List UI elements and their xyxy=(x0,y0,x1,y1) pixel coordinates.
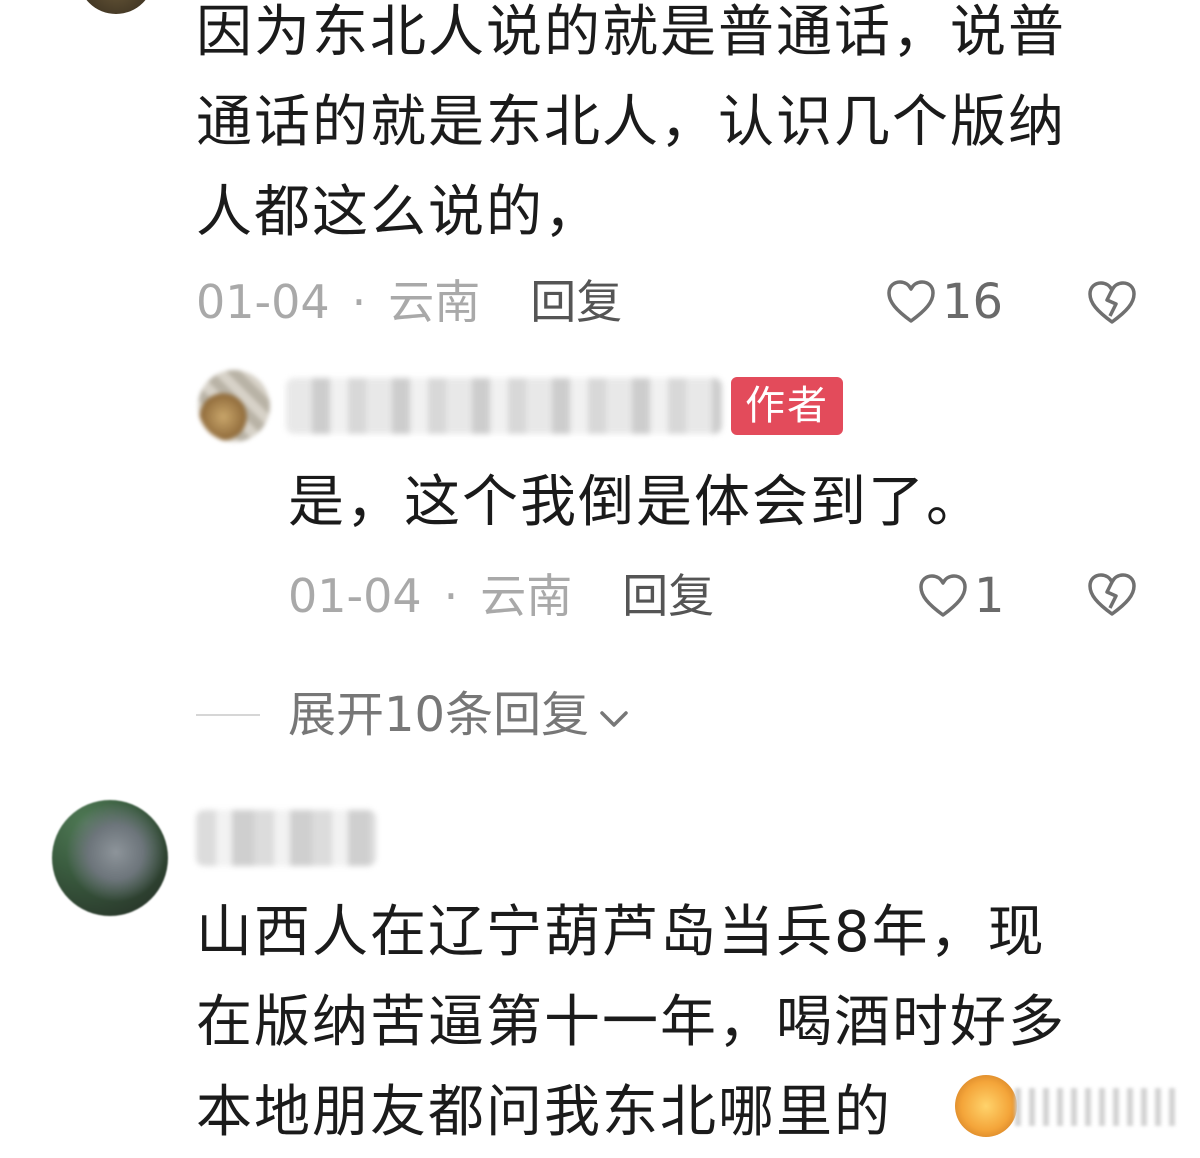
broken-heart-icon xyxy=(1086,280,1138,326)
emoji-icon xyxy=(955,1075,1017,1137)
reply-avatar[interactable] xyxy=(198,370,270,442)
expand-replies-label: 展开10条回复 xyxy=(288,687,590,743)
username-blurred[interactable] xyxy=(286,378,722,434)
meta-separator: · xyxy=(443,569,459,623)
like-button[interactable]: 1 xyxy=(918,566,1005,626)
broken-heart-icon xyxy=(1086,572,1138,618)
author-badge: 作者 xyxy=(731,377,843,435)
reply-meta: 01-04 · 云南 回复 xyxy=(288,566,714,626)
watermark-blur xyxy=(1015,1088,1180,1126)
reply-text: 是，这个我倒是体会到了。 xyxy=(288,470,984,535)
heart-outline-icon xyxy=(918,573,968,619)
reply-location: 云南 xyxy=(480,569,573,623)
reply-date: 01-04 xyxy=(288,569,422,623)
divider xyxy=(196,714,260,716)
comment-date: 01-04 xyxy=(196,275,330,329)
meta-separator: · xyxy=(351,275,367,329)
comment-text: 因为东北人说的就是普通话，说普 通话的就是东北人，认识几个版纳 人都这么说的， xyxy=(196,0,1066,245)
expand-replies-button[interactable]: 展开10条回复 xyxy=(288,685,631,745)
like-count: 1 xyxy=(974,568,1005,624)
avatar[interactable] xyxy=(52,800,168,916)
reply-button[interactable]: 回复 xyxy=(622,569,714,623)
chevron-down-icon xyxy=(589,685,631,745)
dislike-button[interactable] xyxy=(1086,572,1138,618)
like-count: 16 xyxy=(942,274,1004,330)
username-blurred[interactable] xyxy=(196,810,376,866)
heart-outline-icon xyxy=(886,279,936,325)
comment-meta: 01-04 · 云南 回复 xyxy=(196,272,622,332)
comment-location: 云南 xyxy=(388,275,481,329)
like-button[interactable]: 16 xyxy=(886,272,1003,332)
reply-button[interactable]: 回复 xyxy=(530,275,622,329)
dislike-button[interactable] xyxy=(1086,280,1138,326)
avatar[interactable] xyxy=(78,0,154,14)
